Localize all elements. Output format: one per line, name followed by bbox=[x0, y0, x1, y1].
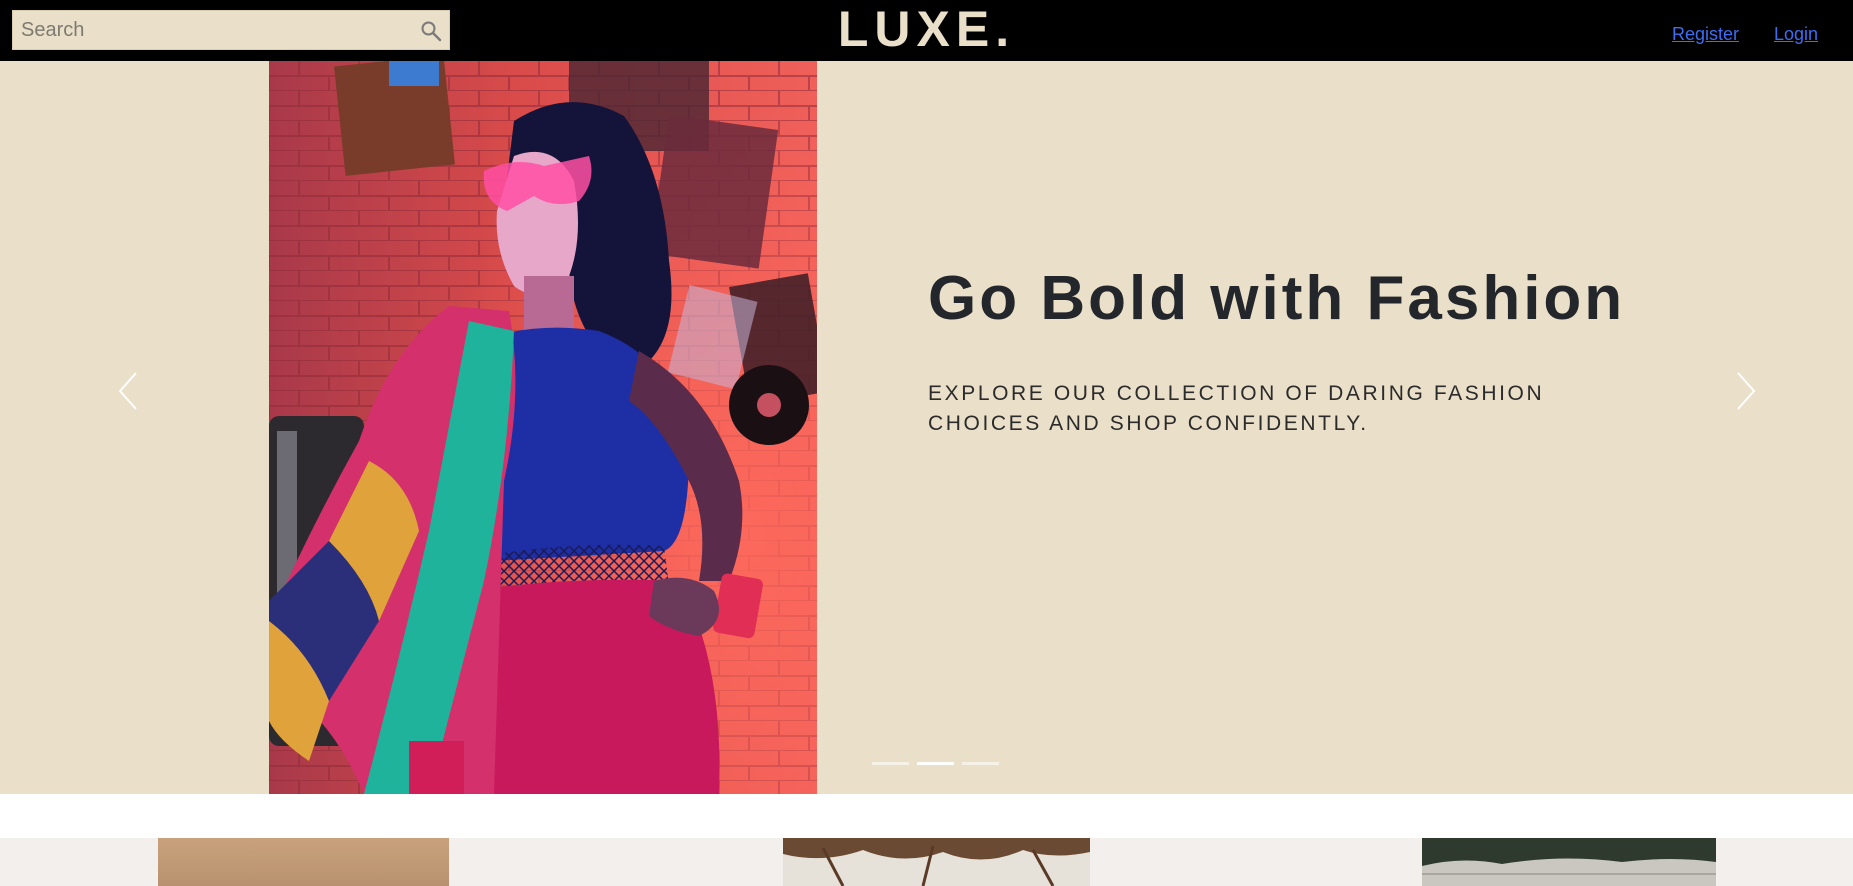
product-tile-image[interactable] bbox=[783, 838, 1090, 886]
carousel-indicator-2[interactable] bbox=[917, 762, 954, 765]
brand-logo[interactable]: LUXE. bbox=[838, 1, 1015, 57]
product-tile-image[interactable] bbox=[158, 838, 449, 886]
register-link[interactable]: Register bbox=[1672, 24, 1739, 45]
hero-subtitle: EXPLORE OUR COLLECTION OF DARING FASHION… bbox=[928, 382, 1545, 435]
hero-carousel: Go Bold with Fashion EXPLORE OUR COLLECT… bbox=[0, 61, 1853, 794]
search-box bbox=[12, 10, 450, 50]
hero-fashion-photo bbox=[269, 61, 817, 794]
product-strip bbox=[0, 838, 1853, 886]
carousel-indicator-3[interactable] bbox=[962, 762, 999, 765]
search-input[interactable] bbox=[13, 11, 413, 49]
carousel-indicators bbox=[872, 758, 1002, 770]
carousel-indicator-1[interactable] bbox=[872, 762, 909, 765]
search-icon[interactable] bbox=[419, 19, 443, 43]
chevron-right-icon[interactable] bbox=[1724, 361, 1764, 421]
hero-title: Go Bold with Fashion bbox=[928, 264, 1626, 333]
top-navigation-bar: LUXE. Register Login bbox=[0, 0, 1853, 61]
login-link[interactable]: Login bbox=[1774, 24, 1818, 45]
product-tile-image[interactable] bbox=[1422, 838, 1716, 886]
chevron-left-icon[interactable] bbox=[110, 361, 150, 421]
